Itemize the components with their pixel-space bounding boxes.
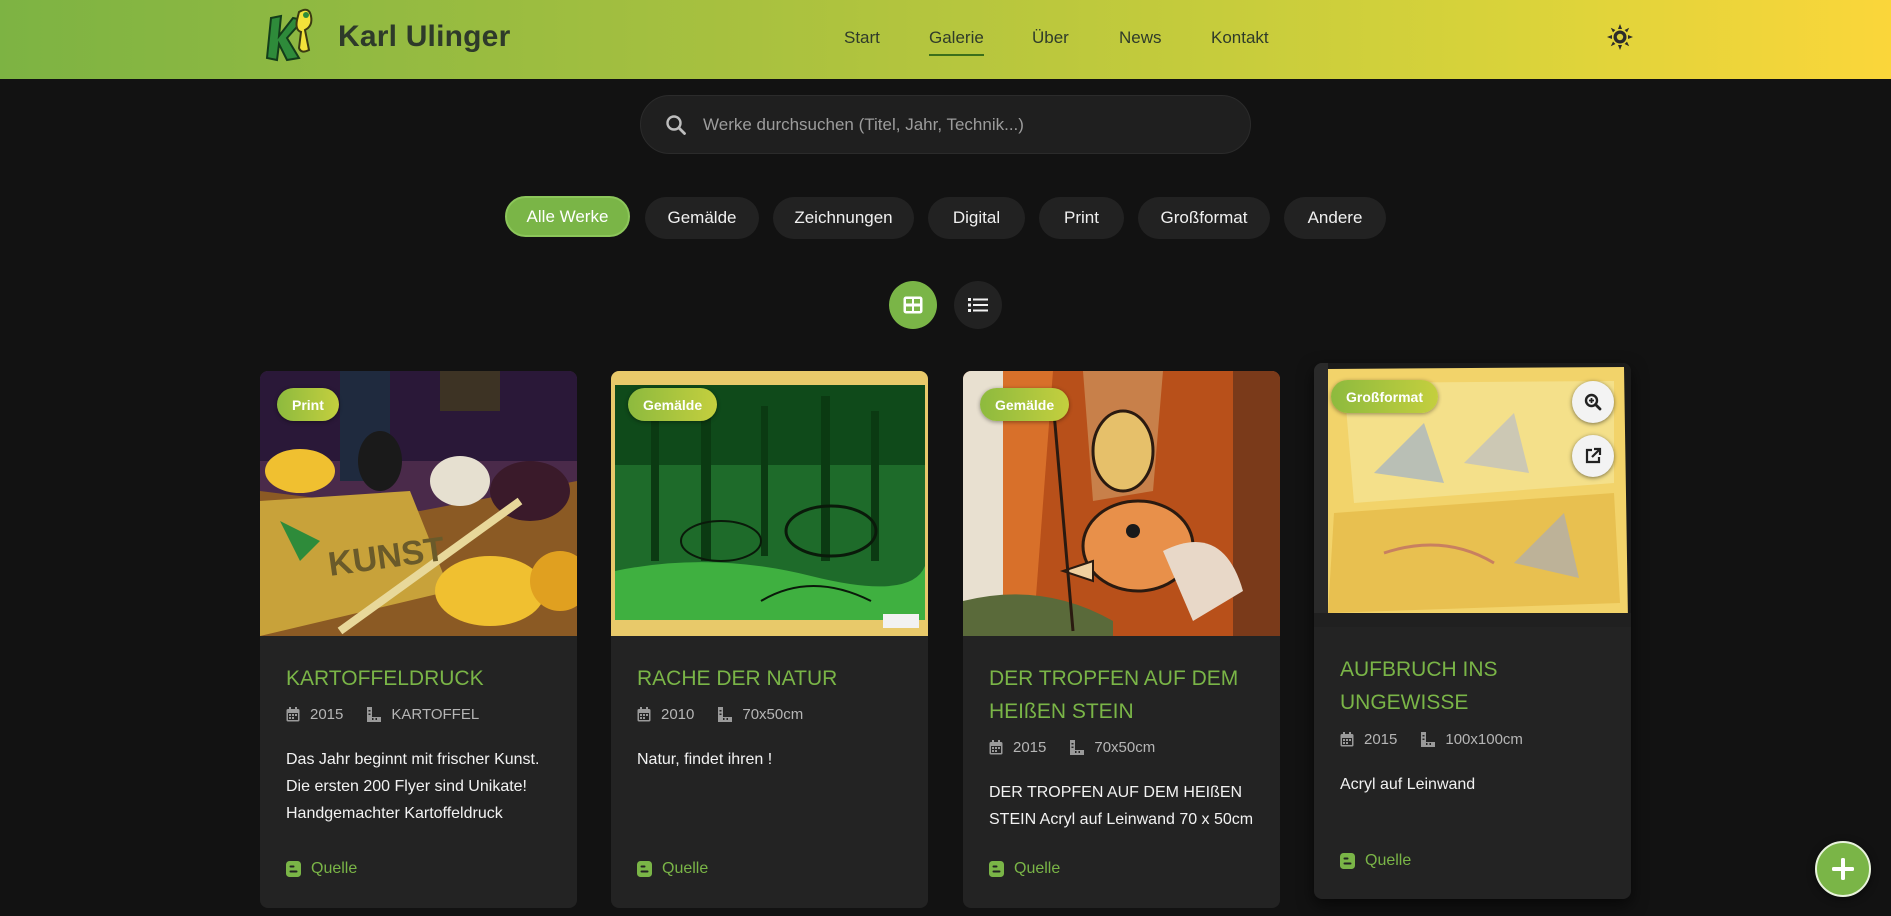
artwork-year: 2015 bbox=[310, 706, 344, 723]
artwork-size: 100x100cm bbox=[1445, 731, 1523, 748]
ruler-icon bbox=[718, 707, 733, 722]
artwork-title-line[interactable]: AUFBRUCH INS bbox=[1340, 653, 1498, 686]
external-link-icon bbox=[1585, 447, 1602, 464]
source-link[interactable]: Quelle bbox=[989, 860, 1060, 878]
grid-icon bbox=[903, 296, 923, 314]
nav-ueber[interactable]: Über bbox=[1032, 28, 1069, 48]
filter-grossformat[interactable]: Großformat bbox=[1138, 197, 1270, 239]
source-label[interactable]: Quelle bbox=[1014, 860, 1060, 878]
artwork-description: Natur, findet ihren ! bbox=[637, 751, 773, 768]
artwork-year: 2015 bbox=[1364, 731, 1398, 748]
artwork-year: 2010 bbox=[661, 706, 695, 723]
zoom-icon bbox=[1584, 393, 1602, 411]
calendar-icon bbox=[1340, 732, 1354, 747]
artwork-card[interactable]: KUNST Print KARTOFFELDRUCK 2015 KARTOFFE… bbox=[260, 371, 577, 908]
filter-digital[interactable]: Digital bbox=[928, 197, 1025, 239]
site-header: Karl Ulinger Start Galerie Über News Kon… bbox=[0, 0, 1891, 79]
artwork-meta: 2015 100x100cm bbox=[1340, 731, 1523, 748]
artwork-title[interactable]: RACHE DER NATUR bbox=[637, 662, 837, 695]
filter-andere[interactable]: Andere bbox=[1284, 197, 1386, 239]
calendar-icon bbox=[637, 707, 651, 722]
artwork-description: Das Jahr beginnt mit frischer Kunst. Die… bbox=[286, 751, 540, 822]
artwork-title-line[interactable]: UNGEWISSE bbox=[1340, 686, 1498, 719]
artwork-title-line[interactable]: DER TROPFEN AUF DEM bbox=[989, 662, 1238, 695]
artwork-description: DER TROPFEN AUF DEM HEIßEN STEIN Acryl a… bbox=[989, 784, 1254, 828]
artwork-title[interactable]: AUFBRUCH INS UNGEWISSE bbox=[1340, 653, 1498, 719]
source-link[interactable]: Quelle bbox=[637, 860, 708, 878]
open-external-button[interactable] bbox=[1572, 435, 1614, 477]
artwork-title-line[interactable]: HEIßEN STEIN bbox=[989, 695, 1238, 728]
artwork-meta: 2015 KARTOFFEL bbox=[286, 706, 479, 723]
artwork-size: 70x50cm bbox=[742, 706, 804, 723]
ruler-icon bbox=[1421, 732, 1436, 747]
ruler-icon bbox=[1070, 740, 1085, 755]
artwork-title[interactable]: DER TROPFEN AUF DEM HEIßEN STEIN bbox=[989, 662, 1238, 728]
blogger-icon bbox=[637, 861, 652, 877]
artwork-meta: 2010 70x50cm bbox=[637, 706, 803, 723]
grid-view-button[interactable] bbox=[889, 281, 937, 329]
calendar-icon bbox=[989, 740, 1003, 755]
artwork-year: 2015 bbox=[1013, 739, 1047, 756]
source-link[interactable]: Quelle bbox=[286, 860, 357, 878]
list-icon bbox=[968, 298, 988, 312]
source-link[interactable]: Quelle bbox=[1340, 852, 1411, 870]
artwork-card[interactable]: Gemälde RACHE DER NATUR 2010 70x50cm Nat… bbox=[611, 371, 928, 908]
plus-icon bbox=[1832, 858, 1854, 880]
artwork-description: Acryl auf Leinwand bbox=[1340, 776, 1476, 793]
artwork-card[interactable]: Gemälde DER TROPFEN AUF DEM HEIßEN STEIN… bbox=[963, 371, 1280, 908]
blogger-icon bbox=[1340, 853, 1355, 869]
artwork-size: 70x50cm bbox=[1094, 739, 1156, 756]
search-icon bbox=[666, 115, 686, 135]
artwork-meta: 2015 70x50cm bbox=[989, 739, 1155, 756]
artwork-title[interactable]: KARTOFFELDRUCK bbox=[286, 662, 484, 695]
category-badge: Print bbox=[277, 388, 339, 421]
source-label[interactable]: Quelle bbox=[662, 860, 708, 878]
brand-name[interactable]: Karl Ulinger bbox=[338, 20, 510, 54]
blogger-icon bbox=[989, 861, 1004, 877]
source-label[interactable]: Quelle bbox=[311, 860, 357, 878]
search-input[interactable] bbox=[703, 106, 1223, 144]
artwork-card[interactable]: Großformat AUFBRUCH INS UNGEWISSE 2015 1… bbox=[1314, 363, 1631, 899]
sun-icon[interactable] bbox=[1607, 24, 1633, 50]
filter-print[interactable]: Print bbox=[1039, 197, 1124, 239]
list-view-button[interactable] bbox=[954, 281, 1002, 329]
category-badge: Gemälde bbox=[628, 388, 718, 421]
add-artwork-button[interactable] bbox=[1815, 841, 1871, 897]
category-badge: Großformat bbox=[1331, 380, 1438, 413]
nav-galerie[interactable]: Galerie bbox=[929, 28, 984, 56]
blogger-icon bbox=[286, 861, 301, 877]
filter-alle-werke[interactable]: Alle Werke bbox=[505, 196, 630, 237]
category-badge: Gemälde bbox=[980, 388, 1070, 421]
ki-logo[interactable] bbox=[265, 6, 317, 66]
nav-start[interactable]: Start bbox=[844, 28, 880, 48]
nav-news[interactable]: News bbox=[1119, 28, 1162, 48]
filter-gemaelde[interactable]: Gemälde bbox=[645, 197, 759, 239]
artwork-size: KARTOFFEL bbox=[391, 706, 480, 723]
search-bar bbox=[640, 95, 1251, 154]
nav-kontakt[interactable]: Kontakt bbox=[1211, 28, 1269, 48]
source-label[interactable]: Quelle bbox=[1365, 852, 1411, 870]
filter-zeichnungen[interactable]: Zeichnungen bbox=[773, 197, 914, 239]
zoom-button[interactable] bbox=[1572, 381, 1614, 423]
calendar-icon bbox=[286, 707, 300, 722]
ruler-icon bbox=[367, 707, 382, 722]
